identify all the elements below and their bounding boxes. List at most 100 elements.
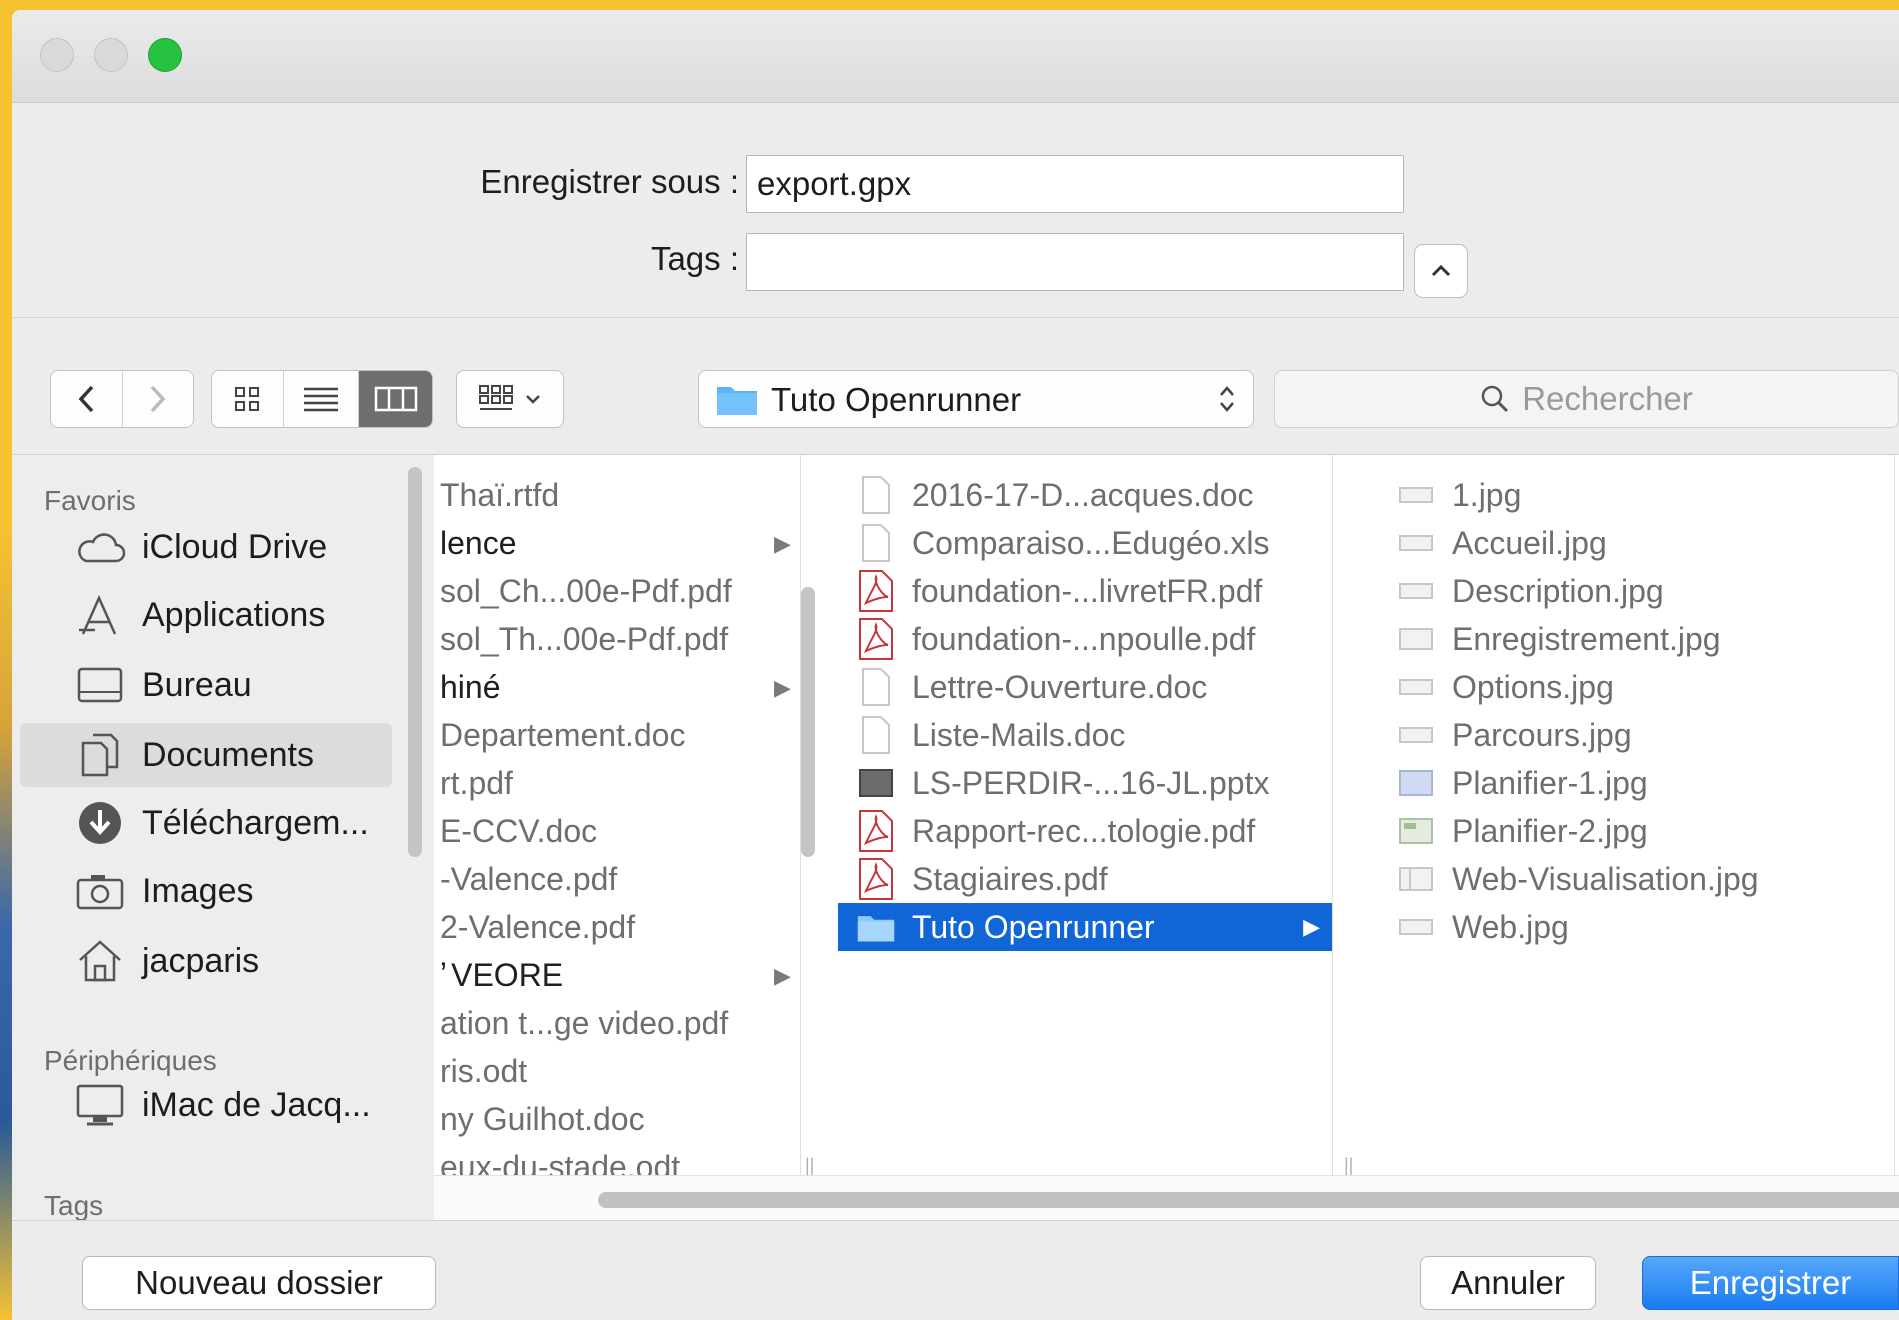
list-view-button[interactable] [284,371,360,427]
search-icon [1481,385,1509,413]
list-item[interactable]: ʼ VEORE [440,951,563,999]
list-item[interactable]: Thaï.rtfd [440,471,559,519]
sidebar-item-bureau[interactable]: Bureau [20,653,392,717]
column-divider[interactable] [1894,455,1895,1175]
list-item[interactable]: foundation-...livretFR.pdf [856,567,1262,615]
list-item[interactable]: Lettre-Ouverture.doc [856,663,1207,711]
search-field[interactable]: Rechercher [1274,370,1899,428]
image-thumbnail-icon [1396,665,1436,709]
column-1-scrollbar[interactable] [801,587,815,857]
list-item[interactable]: 1.jpg [1396,471,1521,519]
list-item[interactable]: -Valence.pdf [440,855,617,903]
list-item[interactable]: rt.pdf [440,759,513,807]
list-item[interactable]: Parcours.jpg [1396,711,1632,759]
list-item[interactable]: Liste-Mails.doc [856,711,1125,759]
list-item[interactable]: sol_Th...00e-Pdf.pdf [440,615,728,663]
chevron-right-icon [150,385,166,413]
list-item[interactable]: Departement.doc [440,711,685,759]
list-item[interactable]: Planifier-2.jpg [1396,807,1648,855]
forward-button[interactable] [123,371,194,427]
sidebar-item-telechargements[interactable]: Téléchargem... [20,791,392,855]
close-window-button[interactable] [40,38,74,72]
column-1: Thaï.rtfd lence ▶ sol_Ch...00e-Pdf.pdf s… [434,455,800,1175]
column-divider[interactable] [1332,455,1333,1175]
pdf-icon [856,617,896,661]
title-bar [12,10,1899,103]
tags-field[interactable] [746,233,1404,291]
horizontal-scroll-thumb[interactable] [598,1192,1899,1208]
list-item[interactable]: 2016-17-D...acques.doc [856,471,1254,519]
list-item[interactable]: ation t...ge video.pdf [440,999,728,1047]
disclosure-arrow-icon: ▶ [774,531,791,556]
list-item[interactable]: sol_Ch...00e-Pdf.pdf [440,567,732,615]
dialog-footer: Nouveau dossier Annuler Enregistrer [12,1220,1899,1320]
disclosure-arrow-icon: ▶ [1303,914,1320,939]
list-item[interactable]: Web-Visualisation.jpg [1396,855,1759,903]
sidebar-item-images[interactable]: Images [20,859,392,923]
image-thumbnail-icon [1396,857,1436,901]
sidebar-item-applications[interactable]: Applications [20,583,392,647]
list-item[interactable]: foundation-...npoulle.pdf [856,615,1255,663]
list-item[interactable]: lence [440,519,517,567]
save-as-field[interactable] [746,155,1404,213]
list-item[interactable]: Rapport-rec...tologie.pdf [856,807,1255,855]
minimize-window-button[interactable] [94,38,128,72]
list-item[interactable]: E-CCV.doc [440,807,597,855]
arrange-button[interactable] [456,370,564,428]
sidebar-item-jacparis[interactable]: jacparis [20,929,392,993]
icon-view-button[interactable] [212,371,284,427]
list-item[interactable]: Planifier-1.jpg [1396,759,1648,807]
applications-icon [74,589,126,641]
folder-icon [856,905,896,949]
arrange-grid-icon [479,385,513,410]
horizontal-scrollbar[interactable] [434,1175,1899,1222]
column-view-button[interactable] [359,371,432,427]
list-item[interactable]: Description.jpg [1396,567,1664,615]
list-item[interactable]: ny Guilhot.doc [440,1095,645,1143]
list-item[interactable]: eux-du-stade.odt [440,1143,680,1176]
location-popup[interactable]: Tuto Openrunner [698,370,1254,428]
column-resize-grip[interactable]: || [1344,1155,1353,1176]
back-button[interactable] [51,371,123,427]
new-folder-button[interactable]: Nouveau dossier [82,1256,436,1310]
chevron-down-icon [526,395,540,404]
list-item[interactable]: ris.odt [440,1047,527,1095]
sidebar-item-label: Documents [142,735,314,774]
zoom-window-button[interactable] [148,38,182,72]
tags-header: Tags [44,1190,104,1221]
list-item[interactable]: Web.jpg [1396,903,1569,951]
disclosure-arrow-icon: ▶ [774,675,791,700]
list-item[interactable]: Stagiaires.pdf [856,855,1108,903]
cancel-button[interactable]: Annuler [1420,1256,1596,1310]
back-forward-control [50,370,194,428]
image-thumbnail-icon [1396,713,1436,757]
disclosure-arrow-icon: ▶ [774,963,791,988]
collapse-dialog-button[interactable] [1414,244,1468,298]
image-thumbnail-icon [1396,473,1436,517]
sidebar-item-label: Images [142,871,254,910]
view-mode-control [211,370,433,428]
list-item[interactable]: Options.jpg [1396,663,1614,711]
list-item[interactable]: hiné [440,663,501,711]
list-item[interactable]: 2-Valence.pdf [440,903,635,951]
camera-icon [74,865,126,917]
home-icon [74,935,126,987]
sidebar-scrollbar[interactable] [408,467,422,857]
folder-icon [717,387,757,415]
list-item[interactable]: LS-PERDIR-...16-JL.pptx [856,759,1269,807]
list-item[interactable]: Enregistrement.jpg [1396,615,1721,663]
save-dialog: Enregistrer sous : Tags : [12,10,1899,1320]
chevron-updown-icon [1220,386,1234,412]
list-item[interactable]: Accueil.jpg [1396,519,1607,567]
sidebar-item-icloud-drive[interactable]: iCloud Drive [20,515,392,579]
documents-icon [74,729,126,781]
save-button[interactable]: Enregistrer [1642,1256,1899,1310]
column-resize-grip[interactable]: || [805,1155,814,1176]
presentation-icon [856,761,896,805]
browser-toolbar: Tuto Openrunner Rechercher [12,318,1899,454]
sidebar-item-documents[interactable]: Documents [20,723,392,787]
list-item[interactable]: Comparaiso...Edugéo.xls [856,519,1270,567]
sidebar-item-label: iMac de Jacq... [142,1085,371,1124]
list-item-selected[interactable]: Tuto Openrunner ▶ [838,903,1332,951]
sidebar-item-imac[interactable]: iMac de Jacq... [20,1073,392,1137]
